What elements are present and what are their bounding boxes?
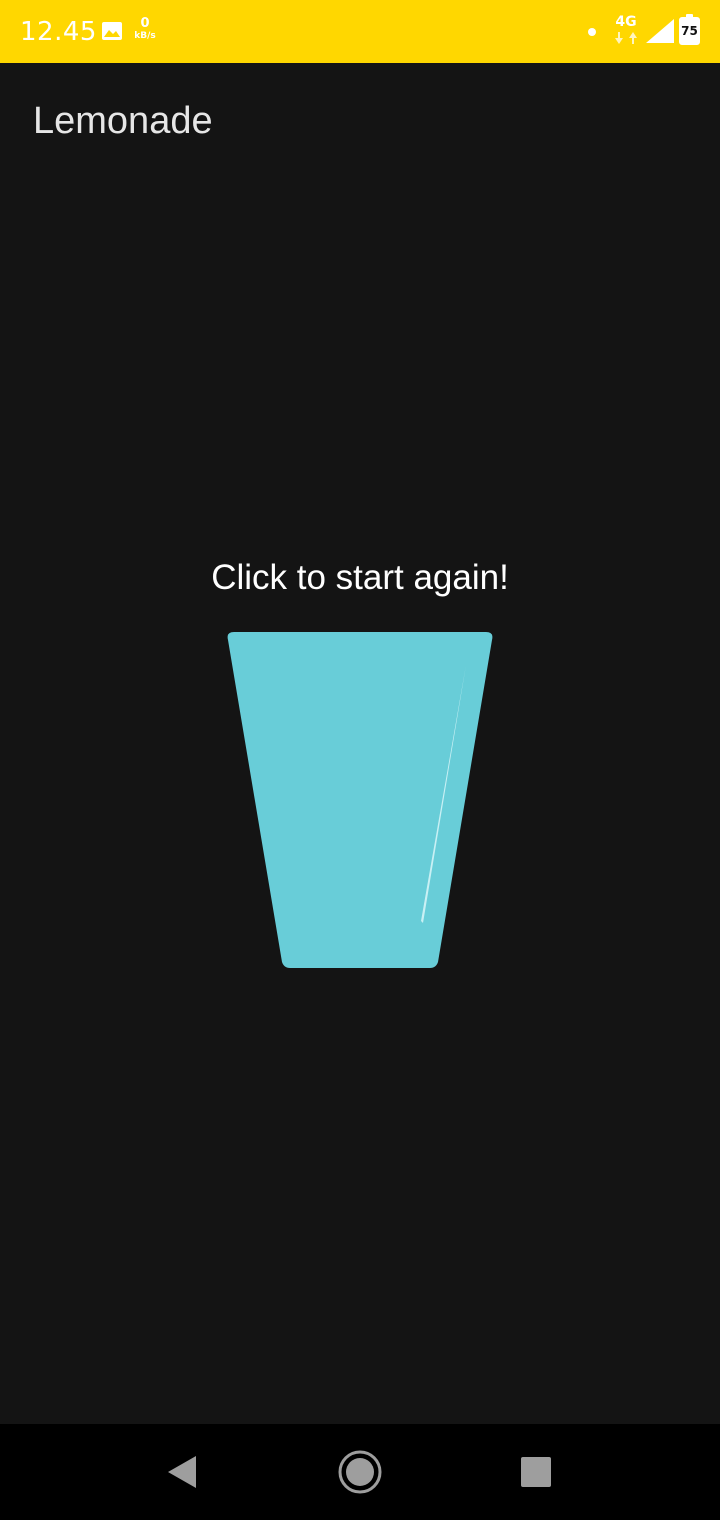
- battery-level: 75: [681, 24, 698, 38]
- navigation-bar: [0, 1424, 720, 1520]
- battery-icon: 75: [679, 14, 700, 45]
- recents-icon[interactable]: [520, 1456, 552, 1488]
- network-speed-unit: kB/s: [134, 31, 156, 41]
- signal-icon: [646, 19, 674, 43]
- home-icon[interactable]: [336, 1448, 384, 1496]
- dot-icon: [588, 28, 596, 36]
- network-speed-value: 0: [140, 16, 150, 31]
- data-arrows-icon: [615, 32, 637, 44]
- network-type: 4G: [615, 14, 637, 30]
- lemonade-screen: 12.45 0 kB/s 4G 75 Lemonade Click to sta…: [0, 0, 720, 1520]
- prompt-text: Click to start again!: [211, 558, 509, 597]
- empty-glass-image[interactable]: [226, 631, 494, 970]
- status-bar: 12.45 0 kB/s 4G 75: [0, 0, 720, 63]
- status-time: 12.45: [20, 17, 97, 47]
- network-speed: 0 kB/s: [131, 16, 159, 42]
- gallery-icon: [102, 22, 122, 40]
- back-icon[interactable]: [164, 1454, 200, 1490]
- app-title: Lemonade: [33, 100, 213, 142]
